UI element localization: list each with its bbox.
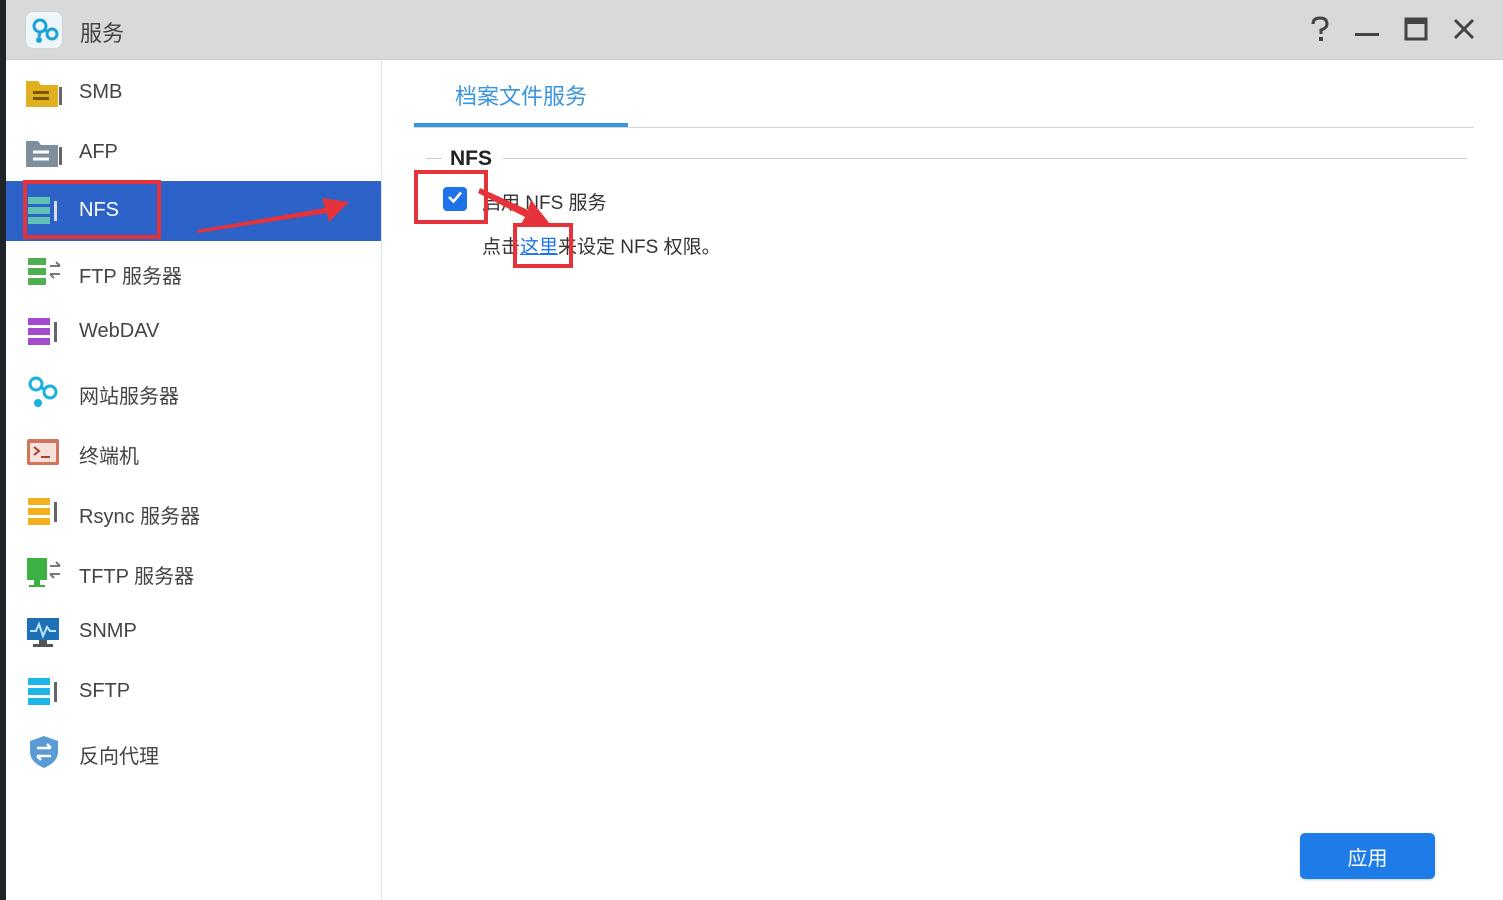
sidebar-item-sftp[interactable]: SFTP — [6, 662, 381, 722]
minimize-button[interactable] — [1349, 13, 1385, 49]
rsync-server-icon — [24, 494, 64, 530]
reverse-proxy-shield-icon — [24, 734, 64, 770]
nfs-permission-link[interactable]: 这里 — [520, 237, 558, 258]
sidebar-item-tftp[interactable]: TFTP 服务器 — [6, 542, 381, 602]
sidebar-item-webdav[interactable]: WebDAV — [6, 302, 381, 362]
section-title: NFS — [450, 147, 492, 170]
close-button[interactable] — [1446, 13, 1482, 49]
checkmark-icon — [446, 188, 464, 211]
tab-label: 档案文件服务 — [455, 84, 588, 109]
nfs-server-icon — [24, 193, 64, 229]
window-title: 服务 — [80, 21, 125, 46]
sidebar-item-label: TFTP 服务器 — [79, 566, 195, 588]
sidebar-item-label: SMB — [79, 81, 123, 103]
sidebar-item-terminal[interactable]: 终端机 — [6, 422, 381, 482]
sidebar-item-label: FTP 服务器 — [79, 266, 182, 288]
terminal-icon — [24, 434, 64, 470]
sidebar-item-reverse-proxy[interactable]: 反向代理 — [6, 722, 381, 782]
sidebar-item-ftp[interactable]: FTP 服务器 — [6, 242, 381, 302]
afp-server-icon — [24, 135, 64, 171]
webdav-server-icon — [24, 314, 64, 350]
snmp-monitor-icon — [24, 614, 64, 650]
sidebar-item-label: Rsync 服务器 — [79, 506, 201, 528]
tab-file-services[interactable]: 档案文件服务 — [414, 61, 628, 127]
enable-nfs-checkbox[interactable] — [443, 187, 467, 211]
sidebar-item-label: SFTP — [79, 680, 131, 702]
sidebar-item-nfs[interactable]: NFS — [6, 181, 381, 241]
sidebar-item-label: NFS — [79, 199, 119, 221]
perm-prefix: 点击 — [482, 237, 521, 258]
sidebar-item-web-server[interactable]: 网站服务器 — [6, 362, 381, 422]
sidebar-item-label: 终端机 — [79, 446, 139, 468]
main-panel: 档案文件服务 NFS 启用 NFS 服务 点击这里来设定 NFS 权限。 应用 — [383, 61, 1503, 900]
sidebar-item-rsync[interactable]: Rsync 服务器 — [6, 482, 381, 542]
perm-suffix: 来设定 NFS 权限。 — [558, 237, 721, 258]
tftp-server-icon — [24, 554, 64, 590]
sftp-server-icon — [24, 674, 64, 710]
sidebar-item-afp[interactable]: AFP — [6, 123, 381, 183]
apply-button[interactable]: 应用 — [1300, 833, 1435, 879]
web-server-icon — [24, 374, 64, 410]
maximize-button[interactable] — [1398, 13, 1434, 49]
minimize-icon — [1354, 16, 1380, 47]
tab-divider — [414, 127, 1474, 128]
sidebar-item-label: AFP — [79, 141, 118, 163]
nfs-permission-hint: 点击这里来设定 NFS 权限。 — [482, 232, 721, 259]
enable-nfs-label[interactable]: 启用 NFS 服务 — [482, 188, 607, 215]
sidebar-item-smb[interactable]: SMB — [6, 63, 381, 123]
maximize-icon — [1404, 17, 1428, 46]
sidebar-item-snmp[interactable]: SNMP — [6, 602, 381, 662]
sidebar-item-label: 反向代理 — [79, 746, 159, 768]
sidebar-item-label: 网站服务器 — [79, 386, 179, 408]
service-sidebar: SMB AFP NFS FTP 服务器 WebDAV 网站服务器 终端机 Rsy… — [6, 61, 382, 900]
ftp-server-icon — [24, 254, 64, 290]
services-app-icon — [25, 11, 63, 49]
sidebar-item-label: WebDAV — [79, 320, 160, 342]
smb-server-icon — [24, 75, 64, 111]
help-icon — [1308, 15, 1332, 47]
fieldset-divider — [426, 158, 442, 159]
close-icon — [1452, 17, 1476, 46]
help-button[interactable] — [1302, 13, 1338, 49]
sidebar-item-label: SNMP — [79, 620, 137, 642]
title-bar[interactable]: 服务 — [6, 0, 1503, 60]
fieldset-divider — [503, 158, 1467, 159]
services-window: 服务 SMB AFP NFS FTP 服务器 WebDAV 网站服务器 终端机 … — [6, 0, 1503, 900]
